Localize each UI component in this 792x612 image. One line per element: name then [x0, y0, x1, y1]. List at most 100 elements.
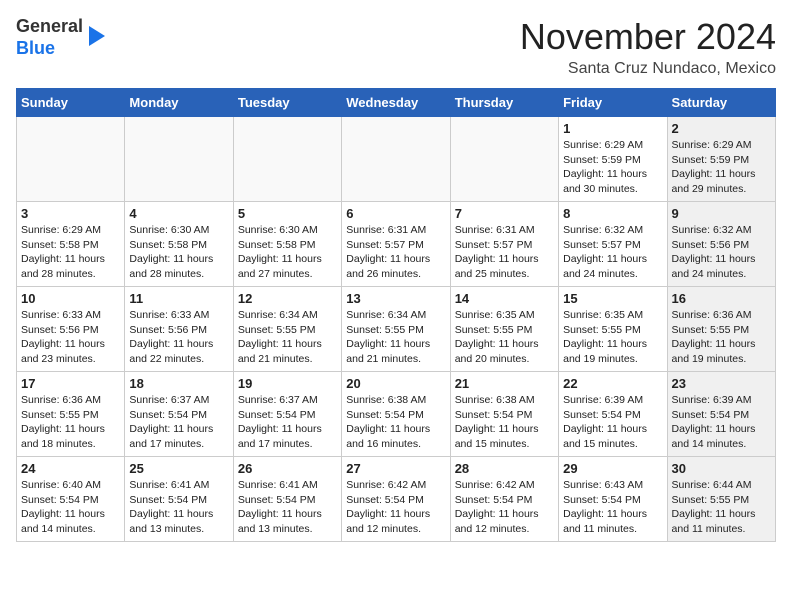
day-info: Sunrise: 6:35 AM Sunset: 5:55 PM Dayligh… [455, 308, 554, 367]
calendar-cell: 12 Sunrise: 6:34 AM Sunset: 5:55 PM Dayli… [233, 287, 341, 372]
day-info: Sunrise: 6:37 AM Sunset: 5:54 PM Dayligh… [238, 393, 337, 452]
day-number: 27 [346, 461, 445, 476]
day-number: 16 [672, 291, 771, 306]
day-info: Sunrise: 6:42 AM Sunset: 5:54 PM Dayligh… [346, 478, 445, 537]
day-info: Sunrise: 6:41 AM Sunset: 5:54 PM Dayligh… [129, 478, 228, 537]
day-info: Sunrise: 6:31 AM Sunset: 5:57 PM Dayligh… [455, 223, 554, 282]
day-info: Sunrise: 6:33 AM Sunset: 5:56 PM Dayligh… [21, 308, 120, 367]
calendar-cell: 20 Sunrise: 6:38 AM Sunset: 5:54 PM Dayli… [342, 372, 450, 457]
day-number: 25 [129, 461, 228, 476]
day-number: 9 [672, 206, 771, 221]
calendar-cell: 24 Sunrise: 6:40 AM Sunset: 5:54 PM Dayli… [17, 457, 125, 542]
day-number: 20 [346, 376, 445, 391]
day-info: Sunrise: 6:32 AM Sunset: 5:56 PM Dayligh… [672, 223, 771, 282]
day-number: 26 [238, 461, 337, 476]
calendar-cell: 21 Sunrise: 6:38 AM Sunset: 5:54 PM Dayli… [450, 372, 558, 457]
month-title: November 2024 [520, 16, 776, 58]
day-number: 13 [346, 291, 445, 306]
day-info: Sunrise: 6:39 AM Sunset: 5:54 PM Dayligh… [563, 393, 662, 452]
day-info: Sunrise: 6:33 AM Sunset: 5:56 PM Dayligh… [129, 308, 228, 367]
day-number: 10 [21, 291, 120, 306]
calendar-week-3: 10 Sunrise: 6:33 AM Sunset: 5:56 PM Dayli… [17, 287, 776, 372]
weekday-header-wednesday: Wednesday [342, 89, 450, 117]
day-info: Sunrise: 6:43 AM Sunset: 5:54 PM Dayligh… [563, 478, 662, 537]
calendar-cell: 16 Sunrise: 6:36 AM Sunset: 5:55 PM Dayli… [667, 287, 775, 372]
calendar-cell: 25 Sunrise: 6:41 AM Sunset: 5:54 PM Dayli… [125, 457, 233, 542]
day-number: 24 [21, 461, 120, 476]
calendar-cell: 27 Sunrise: 6:42 AM Sunset: 5:54 PM Dayli… [342, 457, 450, 542]
day-number: 17 [21, 376, 120, 391]
calendar-cell: 8Sunrise: 6:32 AM Sunset: 5:57 PM Daylig… [559, 202, 667, 287]
day-info: Sunrise: 6:34 AM Sunset: 5:55 PM Dayligh… [238, 308, 337, 367]
day-number: 8 [563, 206, 662, 221]
calendar-cell [125, 117, 233, 202]
calendar-cell: 3 Sunrise: 6:29 AM Sunset: 5:58 PM Daylig… [17, 202, 125, 287]
logo-blue-text: Blue [16, 38, 55, 58]
calendar-week-1: 1 Sunrise: 6:29 AM Sunset: 5:59 PM Daylig… [17, 117, 776, 202]
calendar-cell [450, 117, 558, 202]
calendar-cell [17, 117, 125, 202]
calendar-cell: 5 Sunrise: 6:30 AM Sunset: 5:58 PM Daylig… [233, 202, 341, 287]
calendar-cell: 28Sunrise: 6:42 AM Sunset: 5:54 PM Dayli… [450, 457, 558, 542]
weekday-header-saturday: Saturday [667, 89, 775, 117]
day-number: 30 [672, 461, 771, 476]
day-info: Sunrise: 6:29 AM Sunset: 5:58 PM Dayligh… [21, 223, 120, 282]
calendar-cell: 11 Sunrise: 6:33 AM Sunset: 5:56 PM Dayli… [125, 287, 233, 372]
day-number: 22 [563, 376, 662, 391]
weekday-header-monday: Monday [125, 89, 233, 117]
day-info: Sunrise: 6:40 AM Sunset: 5:54 PM Dayligh… [21, 478, 120, 537]
day-number: 28 [455, 461, 554, 476]
day-number: 3 [21, 206, 120, 221]
calendar-cell: 19 Sunrise: 6:37 AM Sunset: 5:54 PM Dayli… [233, 372, 341, 457]
day-number: 1 [563, 121, 662, 136]
calendar-cell: 18 Sunrise: 6:37 AM Sunset: 5:54 PM Dayli… [125, 372, 233, 457]
calendar-cell: 15Sunrise: 6:35 AM Sunset: 5:55 PM Dayli… [559, 287, 667, 372]
day-info: Sunrise: 6:44 AM Sunset: 5:55 PM Dayligh… [672, 478, 771, 537]
day-number: 11 [129, 291, 228, 306]
day-number: 14 [455, 291, 554, 306]
calendar-cell: 23 Sunrise: 6:39 AM Sunset: 5:54 PM Dayli… [667, 372, 775, 457]
logo: General Blue [16, 16, 105, 59]
calendar-week-2: 3 Sunrise: 6:29 AM Sunset: 5:58 PM Daylig… [17, 202, 776, 287]
calendar-cell: 7 Sunrise: 6:31 AM Sunset: 5:57 PM Daylig… [450, 202, 558, 287]
weekday-header-friday: Friday [559, 89, 667, 117]
calendar-table: SundayMondayTuesdayWednesdayThursdayFrid… [16, 88, 776, 542]
day-number: 18 [129, 376, 228, 391]
weekday-header-row: SundayMondayTuesdayWednesdayThursdayFrid… [17, 89, 776, 117]
logo-general-text: General [16, 16, 83, 36]
day-info: Sunrise: 6:36 AM Sunset: 5:55 PM Dayligh… [21, 393, 120, 452]
day-info: Sunrise: 6:36 AM Sunset: 5:55 PM Dayligh… [672, 308, 771, 367]
calendar-cell: 29 Sunrise: 6:43 AM Sunset: 5:54 PM Dayli… [559, 457, 667, 542]
calendar-cell: 13Sunrise: 6:34 AM Sunset: 5:55 PM Dayli… [342, 287, 450, 372]
day-number: 2 [672, 121, 771, 136]
day-number: 4 [129, 206, 228, 221]
calendar-week-4: 17 Sunrise: 6:36 AM Sunset: 5:55 PM Dayli… [17, 372, 776, 457]
weekday-header-sunday: Sunday [17, 89, 125, 117]
day-info: Sunrise: 6:31 AM Sunset: 5:57 PM Dayligh… [346, 223, 445, 282]
calendar-cell [233, 117, 341, 202]
calendar-cell: 6 Sunrise: 6:31 AM Sunset: 5:57 PM Daylig… [342, 202, 450, 287]
day-info: Sunrise: 6:30 AM Sunset: 5:58 PM Dayligh… [238, 223, 337, 282]
day-number: 5 [238, 206, 337, 221]
day-info: Sunrise: 6:30 AM Sunset: 5:58 PM Dayligh… [129, 223, 228, 282]
calendar-cell: 14 Sunrise: 6:35 AM Sunset: 5:55 PM Dayli… [450, 287, 558, 372]
day-number: 29 [563, 461, 662, 476]
day-info: Sunrise: 6:37 AM Sunset: 5:54 PM Dayligh… [129, 393, 228, 452]
day-info: Sunrise: 6:29 AM Sunset: 5:59 PM Dayligh… [563, 138, 662, 197]
day-info: Sunrise: 6:38 AM Sunset: 5:54 PM Dayligh… [455, 393, 554, 452]
logo-arrow-icon [89, 26, 105, 46]
day-info: Sunrise: 6:39 AM Sunset: 5:54 PM Dayligh… [672, 393, 771, 452]
day-number: 19 [238, 376, 337, 391]
day-info: Sunrise: 6:38 AM Sunset: 5:54 PM Dayligh… [346, 393, 445, 452]
day-number: 23 [672, 376, 771, 391]
calendar-cell: 22 Sunrise: 6:39 AM Sunset: 5:54 PM Dayli… [559, 372, 667, 457]
calendar-cell: 2Sunrise: 6:29 AM Sunset: 5:59 PM Daylig… [667, 117, 775, 202]
day-number: 7 [455, 206, 554, 221]
location-text: Santa Cruz Nundaco, Mexico [520, 60, 776, 78]
calendar-cell: 9 Sunrise: 6:32 AM Sunset: 5:56 PM Daylig… [667, 202, 775, 287]
calendar-cell: 30 Sunrise: 6:44 AM Sunset: 5:55 PM Dayli… [667, 457, 775, 542]
calendar-cell: 10 Sunrise: 6:33 AM Sunset: 5:56 PM Dayli… [17, 287, 125, 372]
day-number: 21 [455, 376, 554, 391]
day-number: 12 [238, 291, 337, 306]
day-number: 6 [346, 206, 445, 221]
